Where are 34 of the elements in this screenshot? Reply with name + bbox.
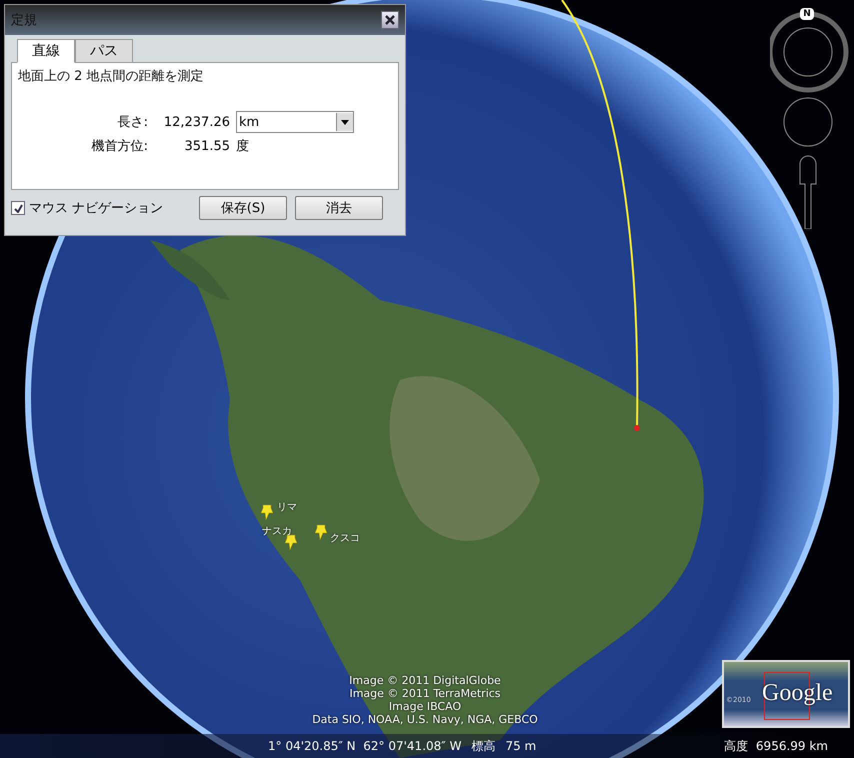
north-indicator[interactable]: N: [800, 8, 814, 20]
unit-text: 度: [236, 138, 250, 155]
altitude-value: 6956.99 km: [756, 739, 828, 753]
close-button[interactable]: [381, 11, 399, 29]
check-icon: [14, 204, 22, 212]
place-label: クスコ: [330, 532, 360, 545]
place-label: ナスカ: [262, 525, 292, 538]
coordinates-text: 1° 04'20.85″ N 62° 07'41.08″ W: [268, 739, 462, 753]
measurement-value: 12,237.26: [162, 114, 230, 130]
description-text: 地面上の 2 地点間の距離を測定: [18, 68, 205, 85]
tab[interactable]: 直線: [17, 39, 75, 63]
dialog-button[interactable]: 保存(S): [199, 196, 287, 220]
unit-dropdown[interactable]: km: [236, 111, 354, 133]
altitude-label: 高度: [724, 738, 748, 754]
attribution-text: Image IBCAO: [388, 700, 462, 713]
mouse-navigation-checkbox[interactable]: マウス ナビゲーション: [11, 199, 191, 217]
attribution-text: Data SIO, NOAA, U.S. Navy, NGA, GEBCO: [312, 713, 538, 726]
elevation-label: 標高: [471, 738, 496, 754]
dialog-button[interactable]: 消去: [295, 196, 383, 220]
pushpin-icon[interactable]: [260, 504, 274, 520]
caret-icon: [341, 120, 349, 124]
tab[interactable]: パス: [75, 39, 133, 63]
attribution-text: Image © 2011 TerraMetrics: [349, 687, 501, 700]
close-icon: [385, 15, 395, 25]
dialog-title: 定規: [11, 12, 37, 29]
attribution-text: Image © 2011 DigitalGlobe: [349, 674, 501, 687]
measurement-label: 機首方位:: [90, 138, 148, 155]
measurement-label: 長さ:: [116, 114, 148, 131]
endpoint-marker: [634, 425, 640, 431]
pushpin-icon[interactable]: [284, 534, 298, 550]
place-label: リマ: [277, 501, 297, 514]
measurement-value: 351.55: [184, 138, 230, 154]
elevation-value: 75 m: [505, 739, 536, 753]
pushpin-icon[interactable]: [314, 524, 328, 540]
